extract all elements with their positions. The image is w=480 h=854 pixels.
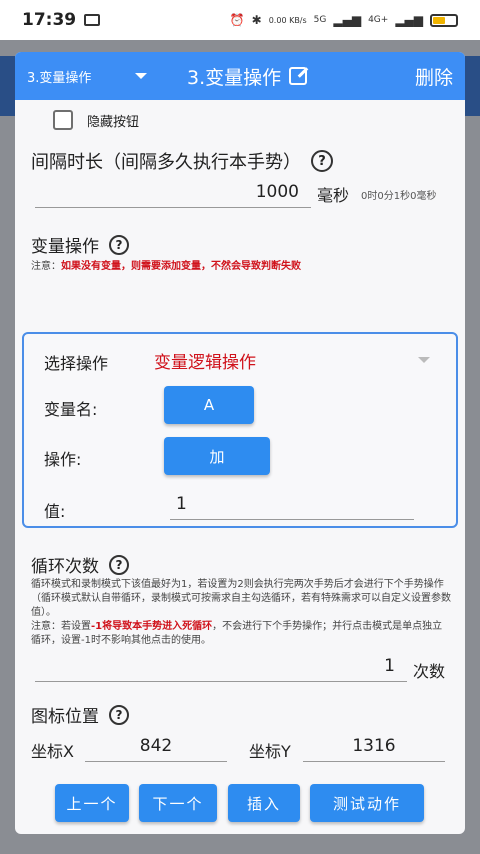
prev-button[interactable]: 上一个 [55,784,129,822]
help-icon[interactable]: ? [109,554,129,575]
chevron-down-icon [418,357,430,363]
coord-x-input[interactable]: 842 [85,732,227,762]
variable-op-note: 注意：如果没有变量，则需要添加变量，不然会导致判断失败 [31,260,301,274]
interval-unit: 毫秒 [317,186,350,205]
loop-warning-red: -1将导致本手势进入死循环 [91,621,213,632]
hide-button-checkbox[interactable] [53,110,73,130]
note-prefix: 注意： [31,261,61,272]
signal-icon-2: ▂▄▆ [395,13,423,27]
coord-x-label: 坐标X [31,742,74,761]
value-label: 值: [44,502,66,521]
icon-pos-title-text: 图标位置 [31,707,99,727]
interval-input[interactable]: 1000 [35,178,311,208]
help-icon[interactable]: ? [311,150,333,172]
icon-pos-title: 图标位置 ? [31,702,129,727]
edit-icon[interactable] [289,67,308,85]
dialog-title[interactable]: 3.变量操作 [187,63,308,90]
dialog-title-text: 3.变量操作 [187,66,282,89]
loop-description: 循环模式和录制模式下该值最好为1，若设置为2则会执行完两次手势后才会进行下个手势… [31,579,451,618]
clock: 17:39 [22,10,77,30]
next-button[interactable]: 下一个 [139,784,217,822]
signal-icon: ▂▄▆ [333,13,362,27]
op-label: 操作: [44,450,82,469]
gesture-select[interactable]: 3.变量操作 [27,67,147,86]
note-warning: 如果没有变量，则需要添加变量，不然会导致判断失败 [61,261,301,272]
network-5g: 5G [313,15,327,25]
help-icon[interactable]: ? [109,704,129,725]
interval-readable: 0时0分1秒0毫秒 [361,191,437,202]
sim-card-icon [84,14,101,26]
select-op-dropdown[interactable]: 变量逻辑操作 [154,346,430,374]
coord-y-input[interactable]: 1316 [303,732,445,762]
alarm-icon: ⏰ [229,13,245,27]
interval-title: 间隔时长（间隔多久执行本手势） ? [31,148,333,174]
variable-op-panel: 选择操作 变量逻辑操作 变量名: A 操作: 加 值: 1 [22,332,458,528]
loop-warning: 注意：若设置-1将导致本手势进入死循环，不会进行下个手势操作；并行点击模式是单点… [31,620,451,648]
var-name-button[interactable]: A [164,386,254,424]
chevron-down-icon [135,73,147,79]
loop-title: 循环次数 ? [31,552,129,577]
coord-y-label: 坐标Y [249,742,291,761]
select-op-value: 变量逻辑操作 [154,352,256,373]
value-input[interactable]: 1 [170,490,414,520]
hide-button-label: 隐藏按钮 [87,114,140,130]
dialog-content: 隐藏按钮 间隔时长（间隔多久执行本手势） ? 1000 毫秒 0时0分1秒0毫秒… [15,100,465,822]
loop-count-unit: 次数 [413,662,446,681]
variable-op-title: 变量操作 ? [31,232,129,257]
network-speed: 0.00 KB/s [268,15,307,25]
status-bar: 17:39 ⏰ ✱ 0.00 KB/s 5G ▂▄▆ 4G+ ▂▄▆ [0,0,480,40]
gesture-edit-dialog: 3.变量操作 3.变量操作 删除 隐藏按钮 间隔时长（间隔多久执行本手势） ? … [15,52,465,834]
delete-button[interactable]: 删除 [415,63,453,90]
insert-button[interactable]: 插入 [228,784,300,822]
loop-warning-prefix: 注意：若设置 [31,621,91,632]
help-icon[interactable]: ? [109,234,129,255]
var-name-label: 变量名: [44,400,98,419]
interval-title-text: 间隔时长（间隔多久执行本手势） [31,152,301,173]
loop-title-text: 循环次数 [31,557,99,577]
op-button[interactable]: 加 [164,437,270,475]
hide-button-row[interactable]: 隐藏按钮 [15,110,465,130]
dialog-header: 3.变量操作 3.变量操作 删除 [15,52,465,100]
status-icons: ⏰ ✱ 0.00 KB/s 5G ▂▄▆ 4G+ ▂▄▆ [230,13,458,27]
variable-op-title-text: 变量操作 [31,237,99,257]
bluetooth-icon: ✱ [251,13,262,27]
network-4g: 4G+ [368,15,389,25]
select-op-label: 选择操作 [44,354,109,373]
battery-icon [430,13,458,27]
test-action-button[interactable]: 测试动作 [310,784,424,822]
loop-count-input[interactable]: 1 [35,652,407,682]
gesture-select-value: 3.变量操作 [27,70,92,86]
